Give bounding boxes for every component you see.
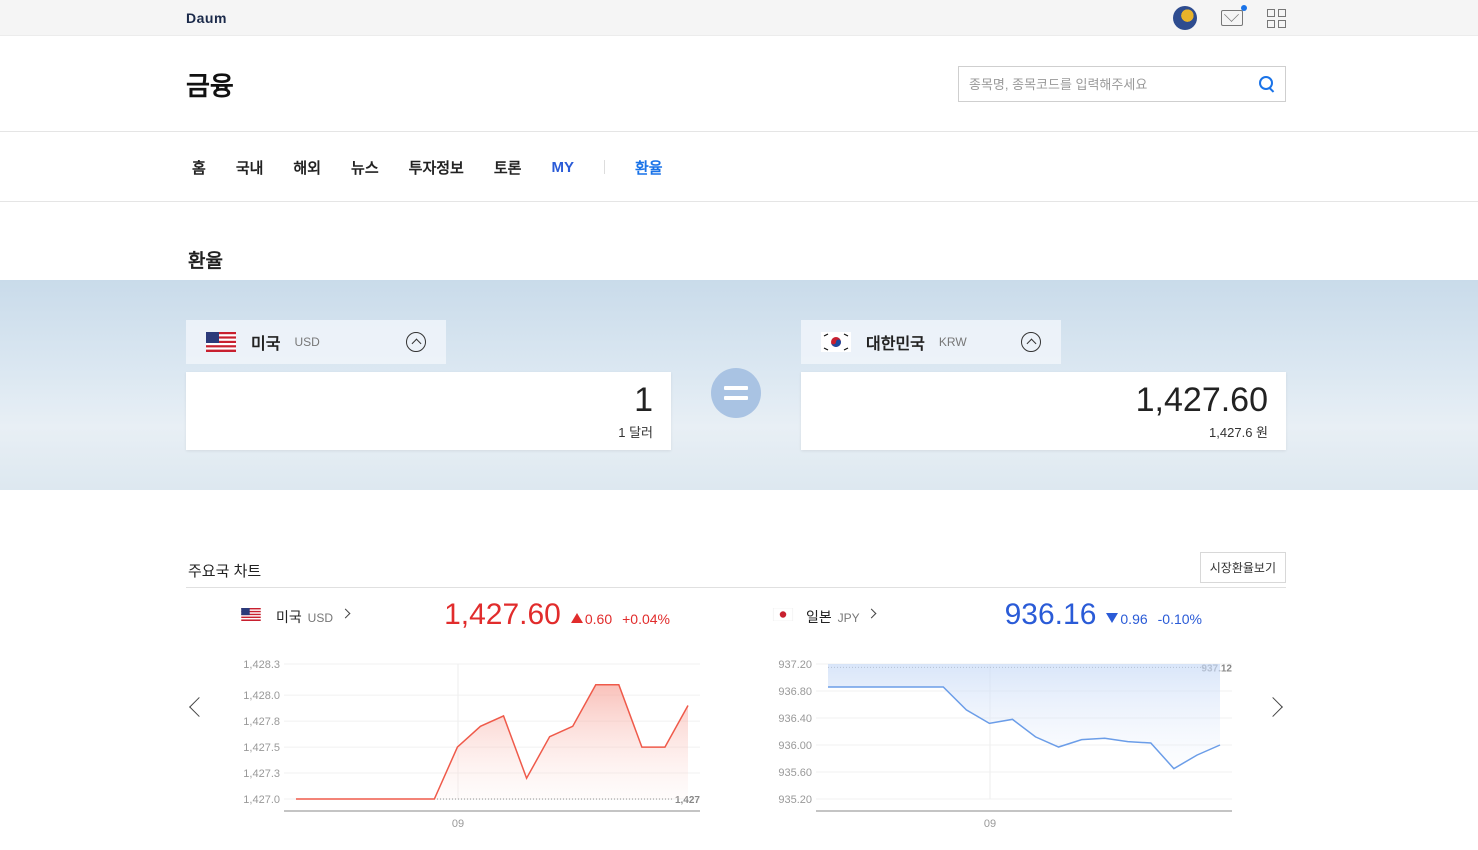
chevron-up-icon[interactable] bbox=[406, 332, 426, 352]
nav-news[interactable]: 뉴스 bbox=[351, 157, 379, 178]
from-amount-text: 1 달러 bbox=[618, 425, 653, 440]
to-currency-name: 대한민국 bbox=[866, 336, 925, 353]
finance-logo[interactable]: 금융 bbox=[186, 66, 234, 103]
us-flag-icon bbox=[241, 608, 261, 621]
page-title: 환율 bbox=[188, 251, 223, 272]
chart-currency-name: 일본 JPY bbox=[806, 609, 860, 625]
chart-currency-name: 미국 USD bbox=[276, 609, 333, 625]
nav-overseas[interactable]: 해외 bbox=[293, 157, 321, 178]
chart-change: 0.96 bbox=[1106, 611, 1148, 627]
to-currency-code: KRW bbox=[938, 335, 967, 349]
equals-icon bbox=[711, 368, 761, 418]
jp-flag-icon bbox=[772, 608, 794, 621]
charts-header: 주요국 차트 시장환율보기 bbox=[186, 552, 1286, 588]
search-icon[interactable] bbox=[1259, 76, 1275, 92]
header: 금융 bbox=[0, 36, 1478, 132]
chart-change-pct: +0.04% bbox=[622, 611, 670, 627]
series-area bbox=[296, 684, 688, 799]
y-tick-label: 1,427.0 bbox=[243, 794, 280, 806]
chart-card-usd[interactable]: 미국 USD 1,427.60 0.60 +0.04% 1,428.3 1,428… bbox=[186, 588, 700, 830]
y-tick-label: 935.60 bbox=[778, 767, 812, 779]
chevron-up-icon[interactable] bbox=[1021, 332, 1041, 352]
to-amount[interactable]: 1,427.60 bbox=[801, 380, 1268, 420]
market-rate-button[interactable]: 시장환율보기 bbox=[1199, 552, 1286, 583]
nav-discussion[interactable]: 토론 bbox=[494, 157, 522, 178]
search-input[interactable] bbox=[969, 76, 1259, 92]
to-amount-box[interactable]: 1,427.60 1,427.6 원 bbox=[801, 372, 1286, 450]
y-tick-label: 1,427.8 bbox=[243, 716, 280, 728]
nav-domestic[interactable]: 국내 bbox=[236, 157, 264, 178]
y-tick-label: 1,428.0 bbox=[243, 690, 280, 702]
kr-flag-icon bbox=[821, 332, 851, 352]
chart-change: 0.60 bbox=[570, 611, 612, 627]
chevron-right-icon[interactable] bbox=[866, 608, 877, 619]
chart-change-pct: -0.10% bbox=[1157, 611, 1202, 627]
currency-converter: 미국 USD 1 1 달러 대한민국 KRW 1,427.60 1,427.6 … bbox=[0, 280, 1478, 490]
y-tick-label: 936.00 bbox=[778, 740, 812, 752]
from-currency-selector[interactable]: 미국 USD bbox=[186, 320, 446, 364]
search-box bbox=[958, 66, 1286, 102]
y-tick-label: 937.20 bbox=[778, 659, 812, 671]
from-currency-name: 미국 bbox=[251, 336, 281, 353]
chart-price: 1,427.60 bbox=[444, 598, 561, 631]
from-amount-box[interactable]: 1 1 달러 bbox=[186, 372, 671, 450]
jpy-chart: 937.20936.80936.40936.00935.60935.200993… bbox=[778, 659, 1232, 830]
daum-logo[interactable]: Daum bbox=[186, 10, 227, 26]
globe-icon[interactable] bbox=[1173, 6, 1197, 30]
charts-title: 주요국 차트 bbox=[188, 563, 262, 580]
to-currency-selector[interactable]: 대한민국 KRW bbox=[801, 320, 1061, 364]
top-bar: Daum bbox=[0, 0, 1478, 36]
chart-card-jpy[interactable]: 일본 JPY 936.16 0.96 -0.10% 937.20 936.80 93… bbox=[718, 588, 1232, 830]
y-tick-label: 1,428.3 bbox=[243, 659, 280, 671]
y-tick-label: 936.80 bbox=[778, 686, 812, 698]
nav-home[interactable]: 홈 bbox=[192, 157, 206, 178]
nav-my[interactable]: MY bbox=[551, 159, 574, 176]
apps-grid-icon[interactable] bbox=[1267, 8, 1286, 28]
x-tick-label: 09 bbox=[984, 818, 996, 830]
from-amount[interactable]: 1 bbox=[186, 380, 653, 420]
next-arrow-icon[interactable] bbox=[1263, 697, 1283, 717]
y-tick-label: 936.40 bbox=[778, 713, 812, 725]
chevron-right-icon[interactable] bbox=[340, 608, 351, 619]
from-currency-code: USD bbox=[294, 335, 320, 349]
nav-exchange[interactable]: 환율 bbox=[635, 157, 663, 178]
nav-invest-info[interactable]: 투자정보 bbox=[409, 157, 464, 178]
main-nav: 홈 국내 해외 뉴스 투자정보 토론 MY 환율 bbox=[0, 132, 1478, 202]
nav-divider bbox=[603, 160, 605, 174]
mail-icon[interactable] bbox=[1221, 5, 1247, 26]
x-tick-label: 09 bbox=[452, 818, 464, 830]
us-flag-icon bbox=[206, 332, 236, 352]
charts-carousel: 미국 USD 1,427.60 0.60 +0.04% 1,428.3 1,428… bbox=[186, 588, 1286, 830]
up-triangle-icon bbox=[570, 613, 583, 623]
series-area bbox=[828, 664, 1220, 769]
y-tick-label: 935.20 bbox=[778, 794, 812, 806]
notification-dot bbox=[1241, 5, 1247, 11]
down-triangle-icon bbox=[1106, 613, 1119, 623]
y-tick-label: 1,427.5 bbox=[243, 742, 280, 754]
y-tick-label: 1,427.3 bbox=[243, 768, 280, 780]
usd-chart: 1,428.3 1,428.0 1,427.8 1,427.5 1,427.3 1,427… bbox=[243, 659, 700, 830]
to-amount-text: 1,427.6 원 bbox=[1209, 425, 1268, 440]
chart-price: 936.16 bbox=[1004, 598, 1097, 631]
